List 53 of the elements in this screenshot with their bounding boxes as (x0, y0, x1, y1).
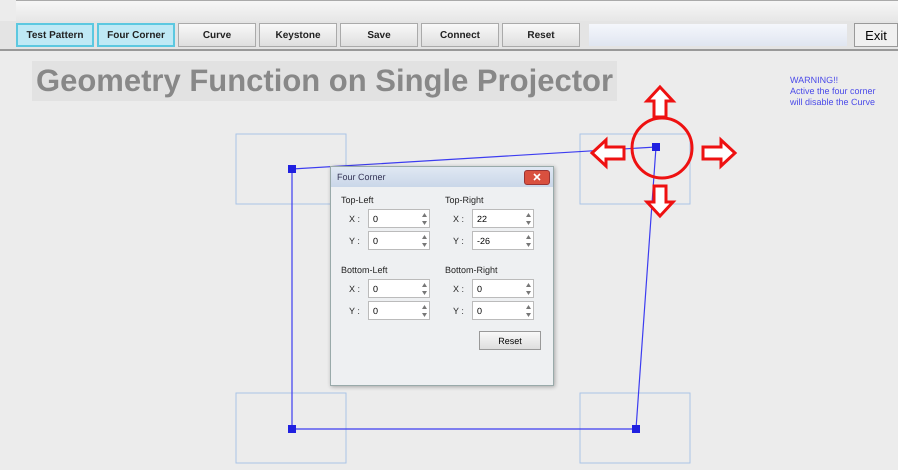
close-icon (533, 173, 541, 181)
axis-label: X : (453, 214, 466, 224)
reset-button[interactable]: Reset (479, 331, 541, 350)
spin-arrows-icon (421, 302, 428, 318)
corner-handle[interactable] (288, 165, 296, 173)
spin-arrows-icon (421, 210, 428, 226)
down-arrow-icon (644, 184, 676, 218)
axis-label: Y : (349, 306, 361, 316)
toolbar-button[interactable]: Four Corner (97, 23, 175, 47)
corner-label: Top-Left (341, 195, 375, 205)
warning-text: WARNING!! (790, 75, 840, 86)
axis-label: X : (349, 284, 362, 294)
number-spinner[interactable]: -26 (472, 231, 534, 250)
number-spinner[interactable]: 0 (368, 279, 430, 298)
number-spinner[interactable]: 0 (472, 279, 534, 298)
corner-label: Top-Right (445, 195, 485, 205)
number-spinner[interactable]: 0 (368, 231, 430, 250)
number-spinner[interactable]: 0 (472, 301, 534, 320)
number-spinner[interactable]: 22 (472, 209, 534, 228)
axis-label: Y : (453, 306, 465, 316)
axis-label: X : (453, 284, 466, 294)
close-button[interactable] (524, 170, 550, 184)
spin-arrows-icon (421, 232, 428, 248)
number-spinner[interactable]: 0 (368, 209, 430, 228)
dialog-title: Four Corner (337, 172, 386, 182)
toolbar-button[interactable]: Reset (502, 23, 580, 47)
toolbar-button[interactable]: Save (340, 23, 418, 47)
axis-label: X : (349, 214, 362, 224)
spin-arrows-icon (525, 280, 532, 296)
warning-text: will disable the Curve (790, 97, 876, 108)
toolbar-button[interactable]: Test Pattern (16, 23, 94, 47)
number-spinner[interactable]: 0 (368, 301, 430, 320)
right-arrow-icon (702, 136, 738, 170)
spin-arrows-icon (525, 302, 532, 318)
highlight-circle (630, 116, 694, 180)
toolbar-button[interactable]: Connect (421, 23, 499, 47)
spin-arrows-icon (525, 232, 532, 248)
warning-text: Active the four corner (790, 86, 876, 97)
spin-arrows-icon (525, 210, 532, 226)
corner-label: Bottom-Right (445, 265, 499, 275)
toolbar-button[interactable]: Curve (178, 23, 256, 47)
corner-handle[interactable] (632, 425, 640, 433)
spin-arrows-icon (421, 280, 428, 296)
exit-button[interactable]: Exit (854, 23, 898, 47)
corner-handle[interactable] (652, 143, 660, 151)
left-arrow-icon (590, 136, 626, 170)
axis-label: Y : (453, 236, 465, 246)
corner-handle[interactable] (288, 425, 296, 433)
axis-label: Y : (349, 236, 361, 246)
page-heading: Geometry Function on Single Projector (32, 61, 618, 101)
up-arrow-icon (644, 84, 676, 118)
corner-label: Bottom-Left (341, 265, 389, 275)
toolbar-button[interactable]: Keystone (259, 23, 337, 47)
